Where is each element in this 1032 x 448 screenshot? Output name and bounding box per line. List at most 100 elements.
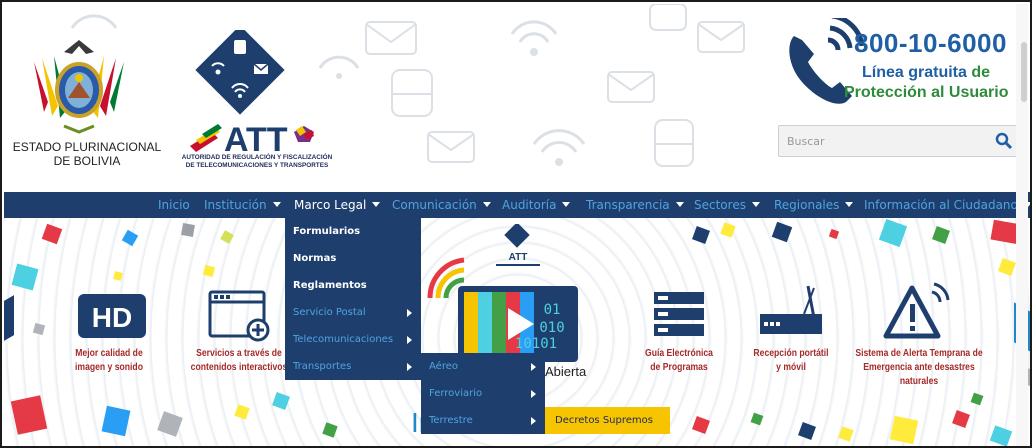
nav-institucion[interactable]: Institución bbox=[204, 192, 281, 218]
nav-comunicacion[interactable]: Comunicación bbox=[392, 192, 491, 218]
menu-item-servicio-postal[interactable]: Servicio Postal bbox=[293, 299, 366, 326]
nav-inicio[interactable]: Inicio bbox=[158, 192, 190, 218]
decor-cube bbox=[272, 392, 290, 410]
nav-marco-legal[interactable]: Marco Legal bbox=[294, 192, 381, 218]
nav-regionales-label: Regionales bbox=[774, 198, 840, 212]
chevron-down-icon bbox=[372, 202, 381, 207]
hotline-line-2a: Línea gratuita bbox=[862, 64, 967, 81]
wifi-watermark-icon bbox=[510, 20, 558, 56]
chevron-right-icon bbox=[531, 363, 536, 371]
decor-cube bbox=[220, 230, 234, 244]
feature-router-line2: y móvil bbox=[776, 361, 806, 373]
hotline-number[interactable]: 800-10-6000 bbox=[854, 28, 1007, 59]
chevron-down-icon bbox=[675, 202, 684, 207]
menu-item-aereo[interactable]: Aéreo bbox=[429, 353, 458, 380]
nav-transparencia[interactable]: Transparencia bbox=[586, 192, 684, 218]
nav-inicio-label: Inicio bbox=[158, 198, 190, 212]
nav-sectores-label: Sectores bbox=[694, 198, 746, 212]
feature-guide-label: Guía Electrónica de Programas bbox=[626, 346, 733, 374]
wifi-watermark-icon-2 bbox=[532, 129, 586, 166]
feature-interactive-line2: contenidos interactivos bbox=[190, 361, 288, 373]
decor-cube bbox=[113, 271, 123, 281]
menu-item-transportes[interactable]: Transportes bbox=[293, 353, 351, 380]
nav-regionales[interactable]: Regionales bbox=[774, 192, 854, 218]
decor-cube bbox=[234, 404, 250, 420]
bus-watermark-icon-2 bbox=[391, 69, 433, 117]
decor-cube bbox=[121, 229, 139, 247]
decor-cube bbox=[750, 412, 764, 426]
svg-text:010: 010 bbox=[539, 320, 564, 336]
nav-informacion-ciudadano[interactable]: Información al Ciudadano bbox=[864, 192, 1030, 218]
decor-cube bbox=[41, 223, 63, 245]
router-icon bbox=[760, 285, 822, 334]
search-icon[interactable] bbox=[995, 132, 1013, 150]
banner-abierta-text: Abierta bbox=[545, 364, 587, 379]
wifi-watermark-icon-4 bbox=[318, 55, 360, 79]
feature-hd-line2: imagen y sonido bbox=[75, 361, 143, 373]
estado-line-2: DE BOLIVIA bbox=[53, 154, 121, 168]
program-guide-icon bbox=[654, 292, 704, 336]
chevron-down-icon bbox=[751, 202, 760, 207]
estado-line-1: ESTADO PLURINACIONAL bbox=[12, 140, 162, 154]
decor-cube bbox=[720, 222, 736, 238]
att-subtitle-line-1: AUTORIDAD DE REGULACIÓN Y FISCALIZACIÓN bbox=[181, 154, 333, 161]
hotline-line-2b: de bbox=[966, 64, 991, 81]
scrollbar-thumb[interactable] bbox=[1021, 42, 1027, 102]
decor-cube bbox=[4, 295, 14, 341]
search-box bbox=[778, 125, 1022, 157]
menu-item-formularios[interactable]: Formularios bbox=[293, 218, 360, 245]
decor-cube bbox=[838, 426, 854, 442]
search-input[interactable] bbox=[787, 132, 987, 150]
decor-cube bbox=[952, 410, 970, 428]
decor-cube bbox=[970, 392, 984, 406]
terrestre-submenu: Decretos Supremos bbox=[545, 407, 670, 434]
nav-auditoria-label: Auditoría bbox=[502, 198, 557, 212]
menu-item-telecomunicaciones[interactable]: Telecomunicaciones bbox=[293, 326, 393, 353]
chevron-right-icon bbox=[531, 417, 536, 425]
mail-watermark-icon-3 bbox=[607, 71, 655, 103]
nav-auditoria[interactable]: Auditoría bbox=[502, 192, 571, 218]
mail-watermark-icon bbox=[365, 21, 417, 55]
nav-institucion-label: Institución bbox=[204, 198, 267, 212]
bus-watermark-icon bbox=[649, 4, 687, 31]
chevron-right-icon bbox=[407, 309, 412, 317]
nav-marco-legal-label: Marco Legal bbox=[294, 198, 367, 212]
chevron-right-icon bbox=[531, 390, 536, 398]
menu-item-reglamentos[interactable]: Reglamentos bbox=[293, 272, 367, 299]
bolivia-coat-of-arms-logo bbox=[34, 40, 124, 134]
chevron-down-icon bbox=[562, 202, 571, 207]
browser-frame: ESTADO PLURINACIONAL DE BOLIVIA ATT AUTO… bbox=[0, 0, 1032, 448]
menu-item-ferroviario[interactable]: Ferroviario bbox=[429, 380, 482, 407]
marco-legal-dropdown: Formularios Normas Reglamentos Servicio … bbox=[285, 218, 421, 380]
menu-item-terrestre[interactable]: Terrestre bbox=[429, 407, 473, 434]
decor-cube bbox=[798, 422, 816, 440]
main-nav-bar: Inicio Institución Marco Legal Comunicac… bbox=[4, 192, 1030, 218]
hd-icon: HD bbox=[78, 294, 146, 338]
decor-cube bbox=[998, 258, 1016, 276]
decor-cube bbox=[828, 228, 840, 240]
decor-cube bbox=[692, 226, 710, 244]
decor-cube bbox=[878, 218, 908, 248]
att-wordmark-text: ATT bbox=[224, 121, 288, 154]
svg-text:01: 01 bbox=[544, 302, 561, 318]
hotline-line-2: Línea gratuita de bbox=[862, 64, 990, 82]
svg-text:HD: HD bbox=[92, 302, 132, 333]
transportes-submenu: Aéreo Ferroviario Terrestre bbox=[421, 353, 545, 434]
feature-hd-line1: Mejor calidad de bbox=[75, 347, 143, 359]
att-diamond-logo bbox=[195, 30, 285, 115]
feature-interactive-line1: Servicios a través de bbox=[196, 347, 282, 359]
feature-guide-line1: Guía Electrónica bbox=[645, 347, 713, 359]
menu-item-decretos-supremos[interactable]: Decretos Supremos bbox=[555, 407, 653, 434]
feature-alert-line1: Sistema de Alerta Temprana de bbox=[855, 347, 983, 359]
chevron-down-icon bbox=[272, 202, 281, 207]
mail-watermark-icon-2 bbox=[427, 131, 475, 163]
decor-cube bbox=[101, 405, 131, 437]
chevron-right-icon bbox=[407, 336, 412, 344]
nav-sectores[interactable]: Sectores bbox=[694, 192, 760, 218]
nav-transparencia-label: Transparencia bbox=[586, 198, 670, 212]
feature-interactive-label: Servicios a través de contenidos interac… bbox=[186, 346, 293, 374]
decor-cube bbox=[157, 411, 183, 437]
att-subtitle-line-2: DE TELECOMUNICACIONES Y TRANSPORTES bbox=[185, 161, 329, 169]
menu-item-normas[interactable]: Normas bbox=[293, 245, 336, 272]
decor-cube bbox=[771, 221, 793, 243]
